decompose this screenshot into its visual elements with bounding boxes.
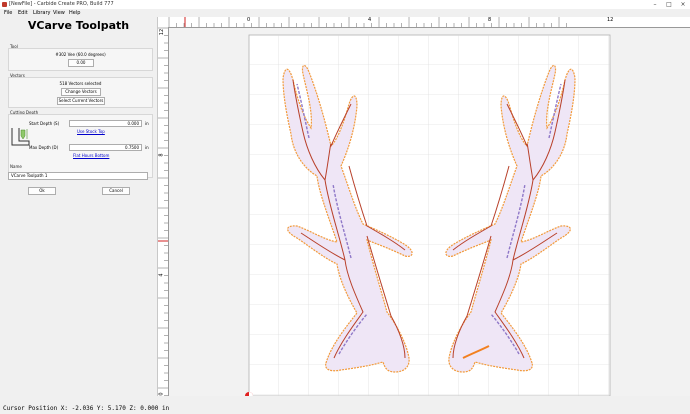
maximize-icon[interactable]: □ [662, 0, 676, 9]
panel-title: VCarve Toolpath [27, 19, 130, 32]
depth-diagram-icon [11, 128, 30, 146]
menu-library[interactable]: Library [33, 9, 50, 17]
top-ruler-label-8: 8 [488, 17, 492, 23]
status-bar: Cursor Position X: -2.036 Y: 5.170 Z: 0.… [0, 403, 690, 414]
canvas-drawing [245, 34, 611, 396]
minimize-icon[interactable]: – [648, 0, 662, 9]
top-ruler-label-0: 0 [247, 17, 251, 23]
toolpath-name-input[interactable]: VCarve Toolpath 1 [8, 172, 148, 180]
vectors-group: 518 Vectors selected Change Vectors Sele… [8, 77, 153, 108]
tool-name: #302 Vee (60.0 degrees) [55, 52, 106, 57]
left-ruler-label-8: 8 [158, 153, 165, 157]
title-bar: [NewFile] - Carbide Create PRO, Build 77… [0, 0, 690, 9]
top-ruler-label-4: 4 [368, 17, 372, 23]
change-vectors-button[interactable]: Change Vectors [61, 88, 101, 96]
left-ruler: 12 8 4 0 [158, 27, 169, 396]
left-ruler-label-12: 12 [159, 28, 166, 36]
max-depth-label: Max Depth (D) [29, 145, 59, 150]
close-icon[interactable]: × [676, 0, 690, 9]
tool-group: #302 Vee (60.0 degrees) 0.00 [8, 48, 153, 71]
menu-bar: File Edit Library View Help [0, 9, 690, 17]
menu-edit[interactable]: Edit [18, 9, 28, 17]
use-stock-top-link[interactable]: Use Stock Top [77, 129, 105, 134]
menu-view[interactable]: View [53, 9, 65, 17]
menu-file[interactable]: File [4, 9, 12, 17]
toolpath-panel: VCarve Toolpath Tool #302 Vee (60.0 degr… [0, 17, 158, 396]
menu-help[interactable]: Help [69, 9, 80, 17]
app-icon [2, 2, 7, 7]
left-ruler-label-0: 0 [158, 392, 165, 396]
start-depth-unit: in [145, 121, 149, 126]
cancel-button[interactable]: Cancel [102, 187, 130, 195]
left-ruler-label-4: 4 [158, 273, 165, 277]
start-depth-input[interactable]: 0.000 [69, 120, 142, 127]
cutting-depth-group: Start Depth (S) 0.000 in Use Stock Top M… [8, 114, 153, 178]
grid [249, 35, 610, 396]
max-depth-input[interactable]: 0.7500 [69, 144, 142, 151]
cursor-position-readout: Cursor Position X: -2.036 Y: 5.170 Z: 0.… [3, 405, 170, 412]
window-title: [NewFile] - Carbide Create PRO, Build 77… [9, 1, 114, 7]
max-depth-unit: in [145, 145, 149, 150]
design-canvas[interactable] [169, 28, 690, 396]
name-section-label: Name [10, 164, 22, 169]
max-depth-link[interactable]: Flat Hours Bottom [73, 153, 109, 158]
left-ruler-ticks [158, 27, 168, 396]
select-current-vectors-button[interactable]: Select Current Vectors [57, 97, 105, 105]
tool-select-button[interactable]: 0.00 [68, 59, 94, 67]
top-ruler: 0 4 8 12 [158, 17, 690, 28]
start-depth-label: Start Depth (S) [29, 121, 60, 126]
top-ruler-label-12: 12 [607, 17, 614, 23]
vectors-summary: 518 Vectors selected [59, 81, 102, 86]
ok-button[interactable]: Ok [28, 187, 56, 195]
